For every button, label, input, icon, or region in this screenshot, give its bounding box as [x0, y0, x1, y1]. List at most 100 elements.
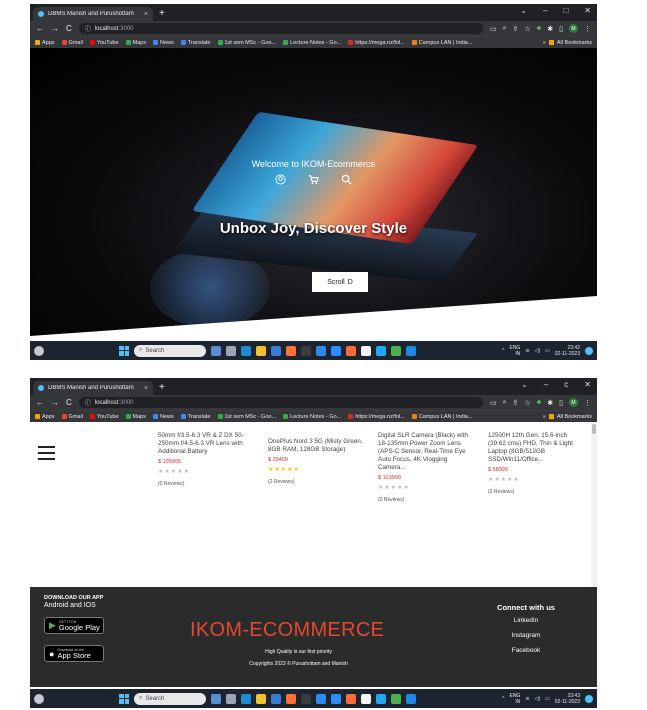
chevron-up-icon[interactable]: ^ [502, 696, 504, 702]
notification-icon[interactable] [585, 346, 593, 355]
tab-search-icon[interactable]: ⌄ [521, 380, 528, 389]
bookmark-translate[interactable]: Translate [180, 414, 211, 420]
cast-icon[interactable]: ▭ [490, 399, 497, 407]
new-tab-button[interactable]: + [159, 8, 165, 19]
bookmark-msc-docs[interactable]: 1st sem MSc - Goo... [217, 414, 276, 420]
kebab-menu-icon[interactable]: ⋮ [584, 399, 591, 407]
user-profile-icon[interactable] [275, 174, 286, 185]
clock[interactable]: 23:43 02-11-2023 [555, 693, 580, 705]
reload-icon[interactable]: C [66, 24, 72, 33]
notion-icon[interactable] [361, 345, 371, 356]
store-app-icon[interactable] [271, 693, 281, 704]
edge-browser-icon[interactable] [241, 345, 251, 356]
scroll-button[interactable]: Scroll D [312, 272, 368, 292]
store-app-icon[interactable] [271, 345, 281, 356]
zoom-app-icon[interactable] [331, 693, 341, 704]
site-info-icon[interactable]: ⓘ [85, 398, 91, 407]
firefox-icon[interactable] [286, 345, 296, 356]
cart-icon[interactable] [308, 174, 319, 185]
product-card[interactable]: OnePlus Nord 3 5G (Misty Green, 8GB RAM,… [268, 438, 363, 504]
scrollbar-thumb[interactable] [592, 424, 596, 434]
zoom-icon[interactable]: ⌕ [503, 25, 507, 33]
wifi-icon[interactable]: ≋ [525, 696, 529, 702]
close-tab-icon[interactable]: × [144, 11, 148, 18]
notification-icon[interactable] [585, 694, 593, 703]
clock[interactable]: 23:42 02-11-2023 [555, 345, 580, 357]
sidepanel-icon[interactable]: ▯ [559, 25, 563, 33]
bookmark-youtube[interactable]: YouTube [89, 414, 119, 420]
reload-icon[interactable]: C [66, 398, 72, 407]
postman-icon[interactable] [346, 345, 356, 356]
app-icon[interactable] [316, 693, 326, 704]
vscode-icon[interactable] [376, 693, 386, 704]
edge-browser-icon[interactable] [241, 693, 251, 704]
battery-icon[interactable]: ▭ [545, 348, 550, 354]
notion-icon[interactable] [361, 693, 371, 704]
language-indicator[interactable]: ENG IN [509, 345, 520, 357]
forward-arrow-icon[interactable]: → [51, 24, 59, 33]
page-scrollbar[interactable] [591, 422, 597, 587]
share-icon[interactable]: ⇪ [513, 25, 519, 33]
bookmark-lecture-notes[interactable]: Lecture Notes - Go... [283, 414, 341, 420]
browser-tab[interactable]: DBMS Manish and Purushottam × [33, 7, 153, 21]
start-button[interactable] [119, 693, 129, 704]
all-bookmarks[interactable]: » All Bookmarks [543, 40, 592, 46]
extension-icon[interactable]: ♣ [537, 399, 542, 406]
task-view-icon[interactable] [226, 345, 236, 356]
new-tab-button[interactable]: + [159, 382, 165, 393]
bookmark-mega[interactable]: https://mega.nz/fol... [348, 414, 405, 420]
postman-icon[interactable] [346, 693, 356, 704]
bookmark-star-icon[interactable]: ☆ [524, 399, 530, 407]
product-card[interactable]: 50mm f/3.5-6.3 VR & Z DX 50-250mm f/4.5-… [158, 432, 253, 504]
puzzle-icon[interactable]: ✱ [547, 25, 553, 33]
zoom-app-icon[interactable] [331, 345, 341, 356]
bookmark-maps[interactable]: Maps [125, 414, 146, 420]
bookmark-lecture-notes[interactable]: Lecture Notes - Go... [283, 40, 341, 46]
task-view-icon[interactable] [226, 693, 236, 704]
taskbar-search[interactable]: ⌕ Search [134, 692, 206, 705]
extension-icon[interactable]: ♣ [537, 25, 542, 32]
minimize-button[interactable]: – [543, 6, 547, 15]
chrome-icon[interactable] [391, 345, 401, 356]
zoom-icon[interactable]: ⌕ [503, 399, 507, 407]
google-play-button[interactable]: ▶ GET IT ON Google Play [44, 617, 104, 634]
sidepanel-icon[interactable]: ▯ [559, 399, 563, 407]
bookmark-youtube[interactable]: YouTube [89, 40, 119, 46]
forward-arrow-icon[interactable]: → [51, 398, 59, 407]
restore-button[interactable]: c [564, 380, 568, 389]
volume-icon[interactable]: ◁) [535, 348, 541, 354]
bookmark-news[interactable]: News [153, 40, 174, 46]
app-icon[interactable] [316, 345, 326, 356]
site-info-icon[interactable]: ⓘ [85, 24, 91, 33]
bookmark-apps[interactable]: Apps [35, 414, 55, 420]
tab-search-icon[interactable]: ⌄ [520, 6, 527, 15]
close-tab-icon[interactable]: × [144, 385, 148, 392]
bookmark-translate[interactable]: Translate [180, 40, 211, 46]
chevron-up-icon[interactable]: ^ [502, 348, 504, 354]
cast-icon[interactable]: ▭ [490, 25, 497, 33]
bookmark-msc-docs[interactable]: 1st sem MSc - Goo... [217, 40, 276, 46]
product-card[interactable]: Digital SLR Camera (Black) with 18-135mm… [378, 432, 473, 504]
terminal-icon[interactable] [301, 345, 311, 356]
address-bar[interactable]: ⓘ localhost:3000 [78, 23, 483, 34]
address-bar[interactable]: ⓘ localhost:3000 [78, 397, 483, 408]
facebook-link[interactable]: Facebook [490, 647, 562, 654]
app-icon[interactable] [406, 345, 416, 356]
close-window-button[interactable]: ✕ [584, 6, 591, 15]
taskbar-widget-icon[interactable] [211, 345, 221, 356]
maximize-button[interactable]: □ [563, 6, 568, 15]
browser-tab[interactable]: DBMS Manish and Purushottam × [33, 381, 153, 395]
vscode-icon[interactable] [376, 345, 386, 356]
bookmark-mega[interactable]: https://mega.nz/fol... [348, 40, 405, 46]
back-arrow-icon[interactable]: ← [36, 24, 44, 33]
instagram-link[interactable]: Instagram [490, 632, 562, 639]
share-icon[interactable]: ⇪ [513, 399, 519, 407]
puzzle-icon[interactable]: ✱ [547, 399, 553, 407]
firefox-icon[interactable] [286, 693, 296, 704]
taskbar-widget-icon[interactable] [211, 693, 221, 704]
volume-icon[interactable]: ◁) [535, 696, 541, 702]
bookmark-apps[interactable]: Apps [35, 40, 55, 46]
product-card[interactable]: 12500H 12th Gen, 15.6-inch (39.62 cms) F… [488, 432, 583, 504]
kebab-menu-icon[interactable]: ⋮ [584, 25, 591, 33]
app-icon[interactable] [406, 693, 416, 704]
